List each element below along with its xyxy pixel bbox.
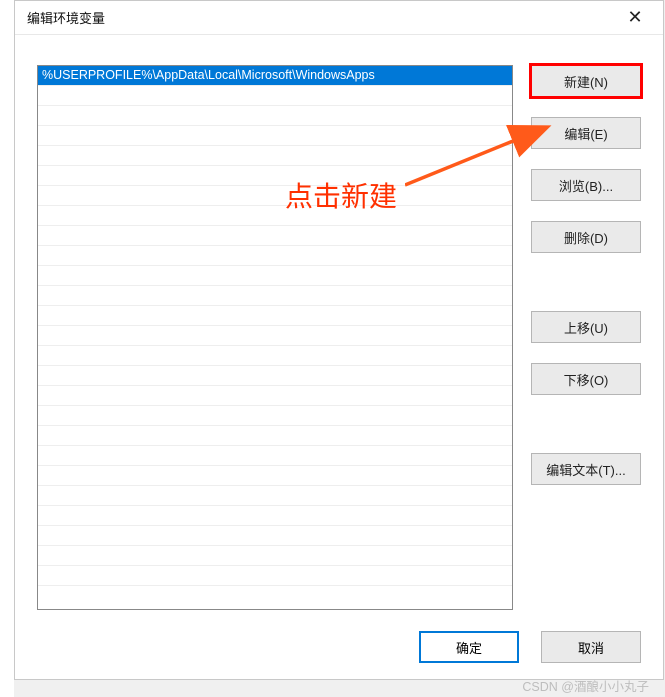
watermark: CSDN @酒酿小小丸子	[522, 676, 649, 695]
dialog-buttons: 确定 取消	[419, 631, 641, 663]
cancel-button[interactable]: 取消	[541, 631, 641, 663]
new-button[interactable]: 新建(N)	[531, 65, 641, 97]
ok-button[interactable]: 确定	[419, 631, 519, 663]
close-icon: ✕	[627, 7, 642, 28]
edit-button[interactable]: 编辑(E)	[531, 117, 641, 149]
list-item-empty[interactable]	[38, 526, 512, 546]
list-item-empty[interactable]	[38, 106, 512, 126]
list-item-empty[interactable]	[38, 206, 512, 226]
close-button[interactable]: ✕	[615, 4, 655, 32]
list-item-empty[interactable]	[38, 426, 512, 446]
edit-text-button[interactable]: 编辑文本(T)...	[531, 453, 641, 485]
browse-button[interactable]: 浏览(B)...	[531, 169, 641, 201]
button-column: 新建(N) 编辑(E) 浏览(B)... 删除(D) 上移(U) 下移(O) 编…	[531, 65, 641, 610]
dialog-content: %USERPROFILE%\AppData\Local\Microsoft\Wi…	[15, 35, 663, 679]
list-item-empty[interactable]	[38, 306, 512, 326]
list-item-empty[interactable]	[38, 486, 512, 506]
move-down-button[interactable]: 下移(O)	[531, 363, 641, 395]
list-item-empty[interactable]	[38, 406, 512, 426]
list-item-empty[interactable]	[38, 126, 512, 146]
list-item-empty[interactable]	[38, 346, 512, 366]
list-item-empty[interactable]	[38, 266, 512, 286]
list-item-empty[interactable]	[38, 566, 512, 586]
main-area: %USERPROFILE%\AppData\Local\Microsoft\Wi…	[37, 65, 641, 610]
move-up-button[interactable]: 上移(U)	[531, 311, 641, 343]
list-item-empty[interactable]	[38, 386, 512, 406]
list-item-empty[interactable]	[38, 86, 512, 106]
list-item-empty[interactable]	[38, 506, 512, 526]
list-item-empty[interactable]	[38, 246, 512, 266]
list-item-empty[interactable]	[38, 166, 512, 186]
list-item-empty[interactable]	[38, 226, 512, 246]
env-var-dialog: 编辑环境变量 ✕ %USERPROFILE%\AppData\Local\Mic…	[14, 0, 664, 680]
list-item-empty[interactable]	[38, 366, 512, 386]
list-item-empty[interactable]	[38, 286, 512, 306]
list-item-empty[interactable]	[38, 326, 512, 346]
list-item-empty[interactable]	[38, 146, 512, 166]
delete-button[interactable]: 删除(D)	[531, 221, 641, 253]
titlebar: 编辑环境变量 ✕	[15, 1, 663, 35]
list-item-empty[interactable]	[38, 446, 512, 466]
list-item-empty[interactable]	[38, 546, 512, 566]
list-item-empty[interactable]	[38, 466, 512, 486]
list-item-empty[interactable]	[38, 186, 512, 206]
path-listbox[interactable]: %USERPROFILE%\AppData\Local\Microsoft\Wi…	[37, 65, 513, 610]
background-left-edge	[0, 0, 14, 697]
list-item[interactable]: %USERPROFILE%\AppData\Local\Microsoft\Wi…	[38, 66, 512, 86]
window-title: 编辑环境变量	[27, 8, 615, 27]
